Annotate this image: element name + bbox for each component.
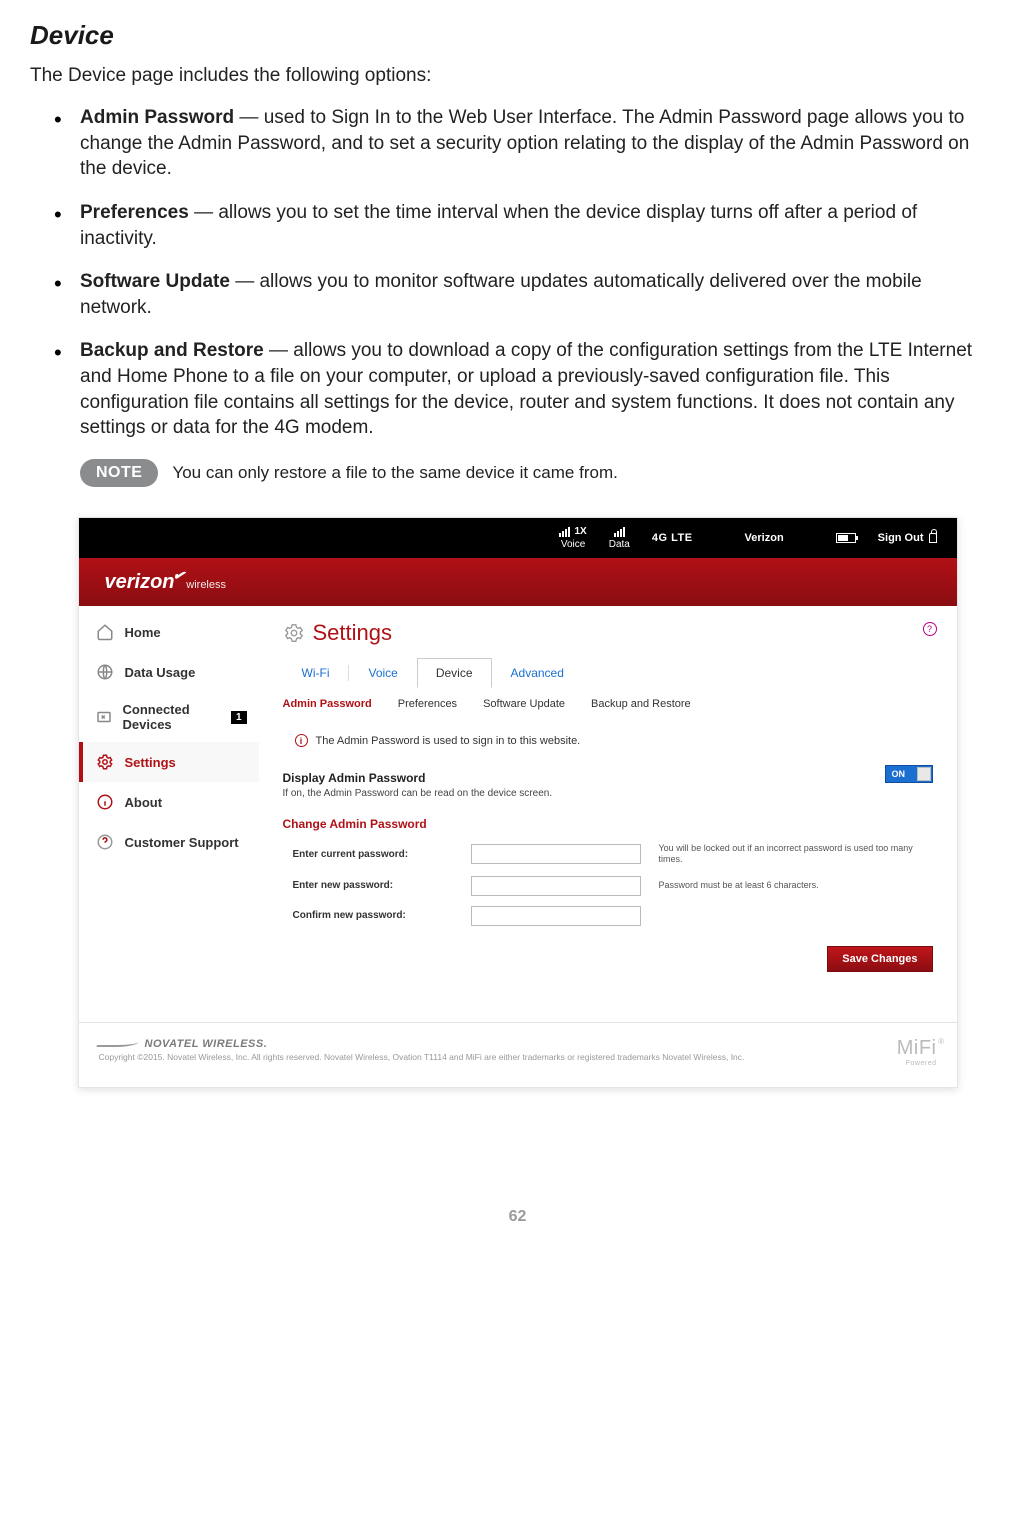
current-pw-hint: You will be locked out if an incorrect p…	[659, 843, 933, 866]
note-row: NOTE You can only restore a file to the …	[80, 459, 1005, 487]
sidebar-item-label: Customer Support	[125, 835, 239, 850]
page-heading: Device	[30, 20, 1005, 51]
sidebar-item-label: Connected Devices	[123, 702, 221, 732]
data-label: Data	[609, 539, 630, 550]
list-item: Admin Password — used to Sign In to the …	[80, 105, 1005, 182]
sidebar-item-data-usage[interactable]: Data Usage	[79, 652, 259, 692]
signal-bars-icon	[614, 527, 625, 537]
home-icon	[95, 622, 115, 642]
save-changes-button[interactable]: Save Changes	[827, 946, 932, 972]
option-label: Software Update	[80, 271, 230, 292]
tab-advanced[interactable]: Advanced	[492, 658, 583, 688]
current-pw-label: Enter current password:	[293, 849, 453, 860]
device-count-badge: 1	[231, 711, 247, 724]
sign-out-link[interactable]: Sign Out	[878, 532, 937, 544]
tab-device[interactable]: Device	[417, 658, 492, 688]
info-icon	[95, 792, 115, 812]
new-pw-input[interactable]	[471, 876, 641, 896]
new-pw-hint: Password must be at least 6 characters.	[659, 880, 933, 891]
subtab-admin-password[interactable]: Admin Password	[283, 698, 372, 710]
carrier-label: Verizon	[745, 532, 784, 544]
tab-voice[interactable]: Voice	[349, 658, 416, 688]
network-type: 4G LTE	[652, 532, 693, 544]
novatel-swoosh-icon	[96, 1037, 142, 1047]
page-number: 62	[30, 1208, 1005, 1226]
sidebar-nav: Home Data Usage Connected Devices 1 Set	[79, 606, 259, 1002]
sidebar-item-label: Home	[125, 625, 161, 640]
list-item: Software Update — allows you to monitor …	[80, 269, 1005, 320]
copyright-text: Copyright ©2015. Novatel Wireless, Inc. …	[99, 1052, 745, 1064]
new-pw-label: Enter new password:	[293, 880, 453, 891]
sidebar-item-support[interactable]: Customer Support	[79, 822, 259, 862]
top-status-bar: 1X Voice Data 4G LTE Verizon Sign Out	[79, 518, 957, 558]
display-pw-sub: If on, the Admin Password can be read on…	[283, 788, 553, 799]
primary-tabs: Wi-Fi Voice Device Advanced	[283, 658, 933, 688]
sidebar-item-settings[interactable]: Settings	[79, 742, 259, 782]
option-label: Preferences	[80, 202, 189, 223]
brand-header: verizon✔wireless	[79, 558, 957, 606]
data-signal: Data	[609, 527, 630, 550]
info-message: i The Admin Password is used to sign in …	[295, 734, 933, 747]
subtab-backup-restore[interactable]: Backup and Restore	[591, 698, 691, 710]
main-panel: Settings ? Wi-Fi Voice Device Advanced A…	[259, 606, 957, 1002]
current-pw-input[interactable]	[471, 844, 641, 864]
confirm-pw-input[interactable]	[471, 906, 641, 926]
note-badge: NOTE	[80, 459, 158, 487]
voice-network: 1X	[574, 526, 586, 537]
devices-icon	[95, 707, 113, 727]
settings-title: Settings	[283, 620, 933, 646]
sidebar-item-label: Settings	[125, 755, 176, 770]
battery-icon	[836, 533, 856, 543]
voice-label: Voice	[561, 539, 585, 550]
confirm-pw-label: Confirm new password:	[293, 910, 453, 921]
sidebar-item-label: Data Usage	[125, 665, 196, 680]
subtab-software-update[interactable]: Software Update	[483, 698, 565, 710]
list-item: Backup and Restore — allows you to downl…	[80, 338, 1005, 441]
option-label: Backup and Restore	[80, 340, 264, 361]
display-pw-toggle[interactable]: ON	[885, 765, 933, 783]
list-item: Preferences — allows you to set the time…	[80, 200, 1005, 251]
sidebar-item-about[interactable]: About	[79, 782, 259, 822]
info-icon: i	[295, 734, 308, 747]
globe-icon	[95, 662, 115, 682]
help-icon	[95, 832, 115, 852]
secondary-tabs: Admin Password Preferences Software Upda…	[283, 698, 933, 716]
options-list: Admin Password — used to Sign In to the …	[30, 105, 1005, 441]
sidebar-item-connected-devices[interactable]: Connected Devices 1	[79, 692, 259, 742]
novatel-brand: NOVATEL WIRELESS.	[145, 1038, 268, 1050]
tab-wifi[interactable]: Wi-Fi	[283, 658, 349, 688]
subtab-preferences[interactable]: Preferences	[398, 698, 457, 710]
sidebar-item-home[interactable]: Home	[79, 612, 259, 652]
note-text: You can only restore a file to the same …	[172, 463, 617, 483]
display-pw-heading: Display Admin Password	[283, 771, 553, 785]
option-label: Admin Password	[80, 107, 234, 128]
gear-icon	[283, 622, 305, 644]
intro-text: The Device page includes the following o…	[30, 65, 1005, 87]
app-screenshot: 1X Voice Data 4G LTE Verizon Sign Out ve…	[78, 517, 958, 1088]
sidebar-item-label: About	[125, 795, 163, 810]
gear-icon	[95, 752, 115, 772]
app-footer: NOVATEL WIRELESS. Copyright ©2015. Novat…	[79, 1022, 957, 1087]
signal-bars-icon	[559, 527, 570, 537]
option-text: — allows you to set the time interval wh…	[80, 202, 917, 249]
verizon-logo: verizon✔wireless	[105, 571, 227, 594]
voice-signal: 1X Voice	[559, 526, 586, 550]
change-pw-heading: Change Admin Password	[283, 817, 933, 831]
help-button[interactable]: ?	[923, 622, 937, 636]
mifi-logo: MiFi® Powered	[897, 1037, 937, 1067]
lock-icon	[929, 533, 937, 543]
